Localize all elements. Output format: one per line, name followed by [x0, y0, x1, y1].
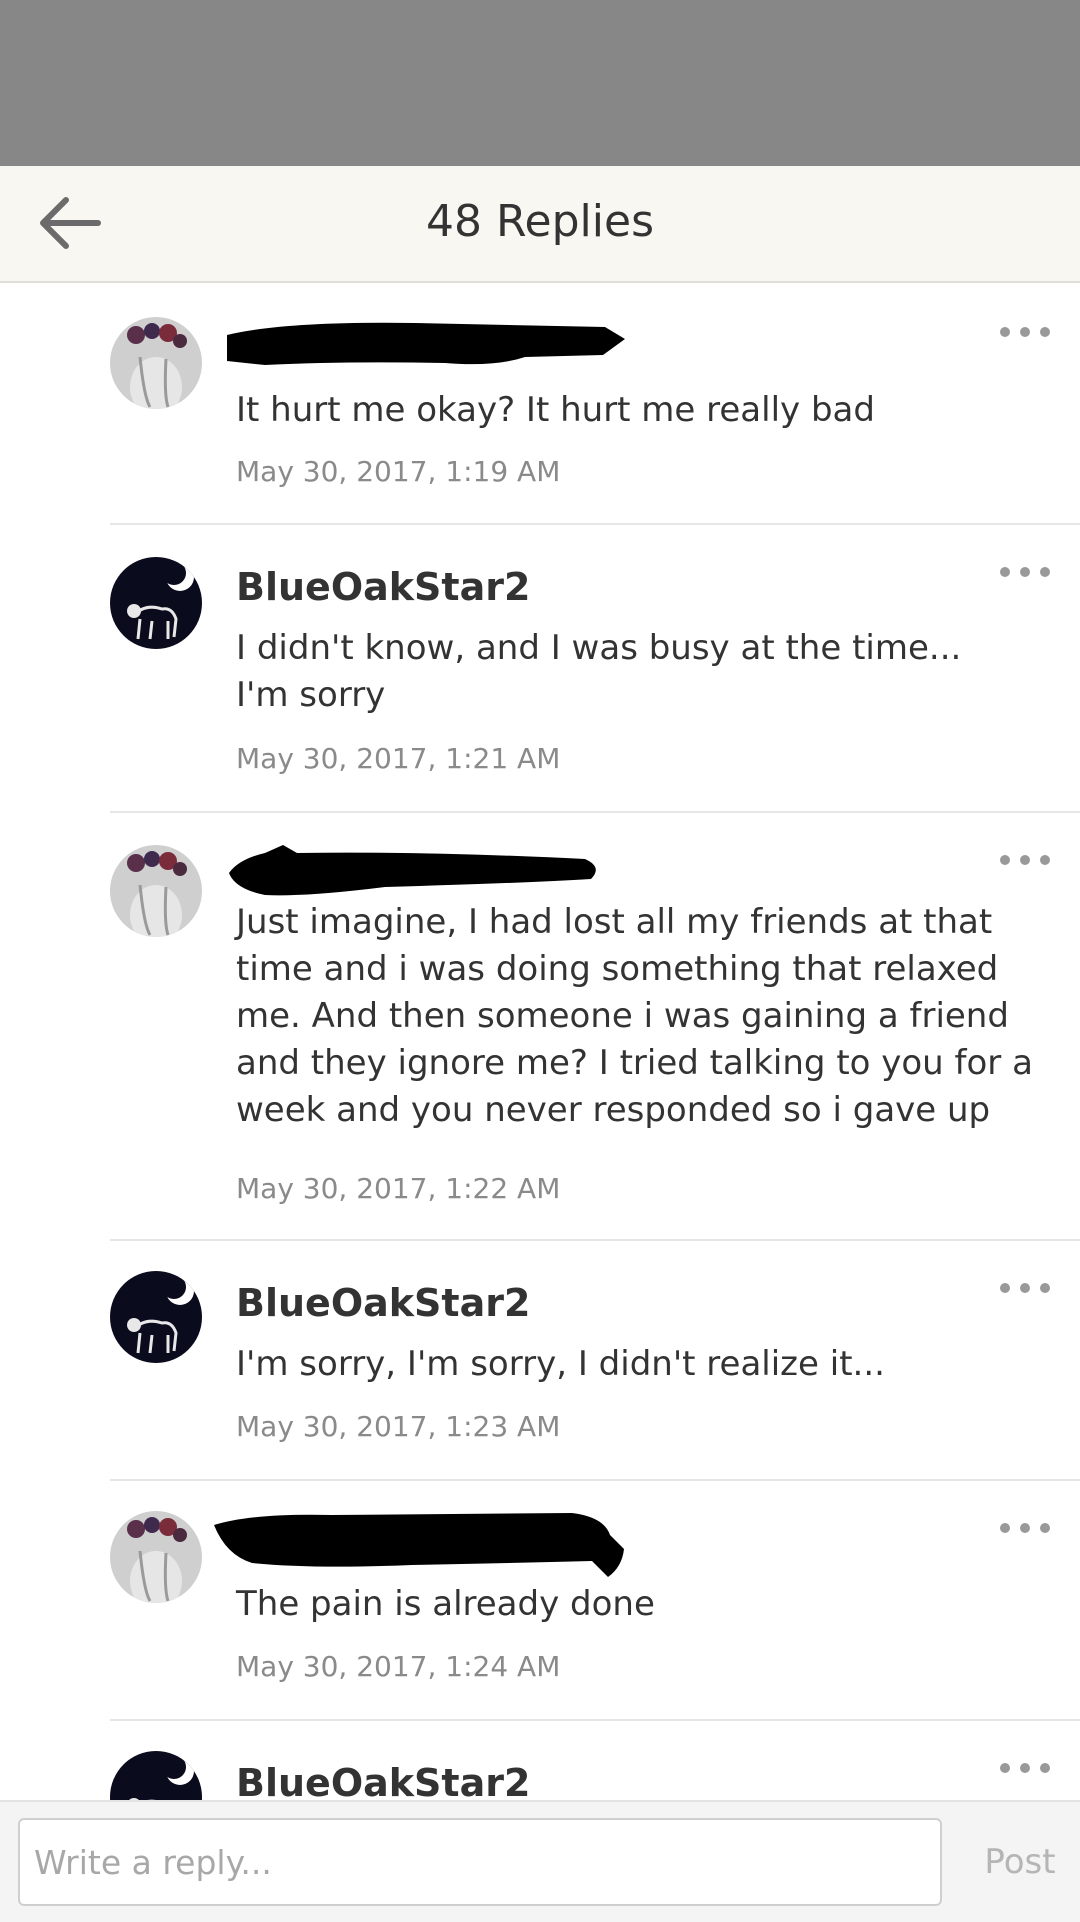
reply-message: I'm sorry, I'm sorry, I didn't realize i…: [236, 1344, 885, 1384]
more-dot-icon: [1040, 1283, 1050, 1293]
reply-message: The pain is already done: [236, 1584, 655, 1624]
reply-item: BlueOakStar2 I didn't know, and I was bu…: [110, 523, 1080, 813]
more-dot-icon: [1000, 1763, 1010, 1773]
more-dot-icon: [1000, 1523, 1010, 1533]
reply-item: BlueOakStar2 I'm sorry, I'm sorry, I did…: [110, 1239, 1080, 1481]
more-dot-icon: [1000, 1283, 1010, 1293]
reply-timestamp: May 30, 2017, 1:19 AM: [236, 455, 561, 488]
avatar[interactable]: [110, 557, 202, 649]
more-dot-icon: [1040, 327, 1050, 337]
more-dot-icon: [1000, 855, 1010, 865]
more-options-button[interactable]: [1000, 557, 1050, 587]
reply-author[interactable]: BlueOakStar2: [236, 1279, 530, 1327]
reply-input[interactable]: [18, 1818, 942, 1906]
moon-cat-avatar: [110, 557, 202, 649]
flower-crown-girl-avatar: [110, 1511, 202, 1603]
more-options-button[interactable]: [1000, 845, 1050, 875]
more-dot-icon: [1000, 567, 1010, 577]
avatar[interactable]: [110, 317, 202, 409]
more-dot-icon: [1040, 855, 1050, 865]
flower-crown-girl-avatar: [110, 845, 202, 937]
more-dot-icon: [1020, 1283, 1030, 1293]
avatar[interactable]: [110, 1511, 202, 1603]
reply-message: It hurt me okay? It hurt me really bad: [236, 390, 875, 430]
flower-crown-girl-avatar: [110, 317, 202, 409]
avatar[interactable]: [110, 845, 202, 937]
more-dot-icon: [1020, 327, 1030, 337]
reply-message: I didn't know, and I was busy at the tim…: [236, 628, 962, 715]
more-dot-icon: [1040, 567, 1050, 577]
reply-timestamp: May 30, 2017, 1:24 AM: [236, 1650, 561, 1683]
more-dot-icon: [1000, 327, 1010, 337]
more-options-button[interactable]: [1000, 1513, 1050, 1543]
more-dot-icon: [1040, 1763, 1050, 1773]
more-dot-icon: [1040, 1523, 1050, 1533]
more-dot-icon: [1020, 1523, 1030, 1533]
reply-item: Just imagine, I had lost all my friends …: [110, 811, 1080, 1241]
moon-cat-avatar: [110, 1751, 202, 1800]
reply-author[interactable]: BlueOakStar2: [236, 1759, 530, 1800]
reply-item: BlueOakStar2: [110, 1719, 1080, 1800]
reply-timestamp: May 30, 2017, 1:21 AM: [236, 742, 561, 775]
page-title: 48 Replies: [425, 196, 654, 247]
reply-item: The pain is already done May 30, 2017, 1…: [110, 1479, 1080, 1721]
more-dot-icon: [1020, 567, 1030, 577]
reply-message: Just imagine, I had lost all my friends …: [236, 902, 1033, 1130]
reply-list[interactable]: It hurt me okay? It hurt me really bad M…: [0, 283, 1080, 1800]
reply-item: It hurt me okay? It hurt me really bad M…: [110, 283, 1080, 523]
reply-composer: Post: [0, 1800, 1080, 1922]
more-options-button[interactable]: [1000, 1273, 1050, 1303]
post-button[interactable]: Post: [970, 1832, 1070, 1892]
avatar[interactable]: [110, 1271, 202, 1363]
more-dot-icon: [1020, 1763, 1030, 1773]
redacted-username: [214, 1513, 624, 1577]
more-dot-icon: [1020, 855, 1030, 865]
moon-cat-avatar: [110, 1271, 202, 1363]
reply-author[interactable]: BlueOakStar2: [236, 563, 530, 611]
more-options-button[interactable]: [1000, 317, 1050, 347]
avatar[interactable]: [110, 1751, 202, 1800]
redacted-username: [227, 322, 625, 365]
more-options-button[interactable]: [1000, 1753, 1050, 1783]
reply-timestamp: May 30, 2017, 1:23 AM: [236, 1410, 561, 1443]
reply-timestamp: May 30, 2017, 1:22 AM: [236, 1172, 561, 1205]
status-bar: [0, 0, 1080, 166]
header-bar: 48 Replies: [0, 166, 1080, 283]
